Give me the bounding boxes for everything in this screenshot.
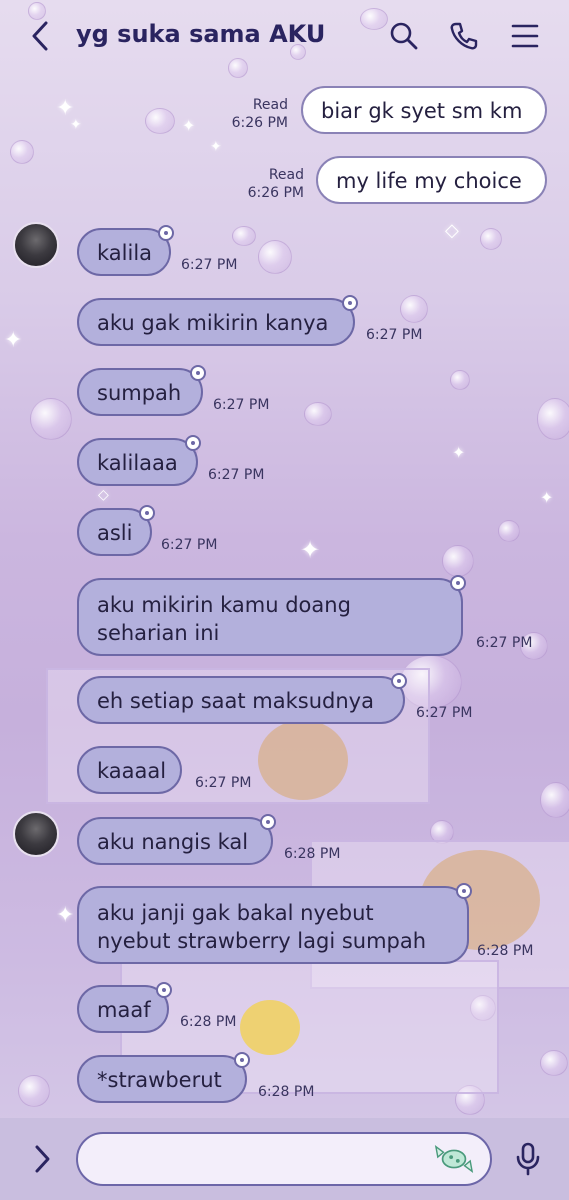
- bubble-tail-icon: [234, 1052, 250, 1068]
- bubble-tail-icon: [156, 982, 172, 998]
- message-time: 6:27 PM: [195, 775, 252, 791]
- bubble-tail-icon: [450, 575, 466, 591]
- message-text: asli: [97, 521, 133, 545]
- message-text: kalilaaa: [97, 451, 178, 475]
- message-text: aku nangis kal: [97, 830, 249, 854]
- back-chevron-icon: [32, 21, 48, 51]
- sticker-button[interactable]: [434, 1139, 474, 1179]
- expand-chevron-icon: [35, 1145, 50, 1173]
- message-text: my life my choice: [336, 169, 522, 193]
- message-text: aku mikirin kamu doang seharian ini: [97, 593, 351, 645]
- message-bubble-received[interactable]: kalilaaa: [77, 438, 198, 486]
- chat-title: yg suka sama AKU: [76, 20, 326, 48]
- message-time: 6:27 PM: [161, 537, 218, 553]
- message-text: sumpah: [97, 381, 182, 405]
- contact-avatar[interactable]: [13, 222, 59, 268]
- read-status: Read: [252, 97, 288, 113]
- message-bubble-received[interactable]: kaaaal: [77, 746, 182, 794]
- menu-icon: [511, 24, 539, 48]
- chat-header: yg suka sama AKU: [0, 0, 569, 78]
- message-time: 6:27 PM: [208, 467, 265, 483]
- message-bubble-sent[interactable]: biar gk syet sm km: [301, 86, 547, 134]
- back-button[interactable]: [20, 16, 60, 56]
- message-status: Read 6:26 PM: [218, 96, 288, 132]
- message-time: 6:26 PM: [247, 185, 304, 201]
- bubble-tail-icon: [185, 435, 201, 451]
- message-input-bar: [0, 1118, 569, 1200]
- message-time: 6:28 PM: [180, 1014, 237, 1030]
- bubble-tail-icon: [342, 295, 358, 311]
- message-bubble-received[interactable]: aku gak mikirin kanya: [77, 298, 355, 346]
- message-text: *strawberut: [97, 1068, 222, 1092]
- message-text: kalila: [97, 241, 153, 265]
- message-time: 6:28 PM: [284, 846, 341, 862]
- bubble-tail-icon: [158, 225, 174, 241]
- search-button[interactable]: [384, 16, 424, 56]
- message-time: 6:28 PM: [258, 1084, 315, 1100]
- menu-button[interactable]: [505, 16, 545, 56]
- sticker-candy-icon: [434, 1144, 474, 1174]
- message-bubble-received[interactable]: eh setiap saat maksudnya: [77, 676, 405, 724]
- phone-icon: [450, 22, 478, 50]
- message-text: aku janji gak bakal nyebut nyebut strawb…: [97, 901, 427, 953]
- message-bubble-received[interactable]: kalila: [77, 228, 171, 276]
- message-input[interactable]: [76, 1132, 492, 1186]
- message-bubble-received[interactable]: aku mikirin kamu doang seharian ini: [77, 578, 463, 656]
- read-status: Read: [268, 167, 304, 183]
- message-bubble-received[interactable]: aku janji gak bakal nyebut nyebut strawb…: [77, 886, 469, 964]
- message-time: 6:27 PM: [213, 397, 270, 413]
- bubble-tail-icon: [190, 365, 206, 381]
- message-bubble-received[interactable]: *strawberut: [77, 1055, 247, 1103]
- message-text: biar gk syet sm km: [321, 99, 523, 123]
- message-time: 6:27 PM: [366, 327, 423, 343]
- bubble-tail-icon: [391, 673, 407, 689]
- voice-button[interactable]: [508, 1139, 548, 1179]
- message-text: aku gak mikirin kanya: [97, 311, 329, 335]
- message-bubble-received[interactable]: maaf: [77, 985, 169, 1033]
- message-bubble-received[interactable]: aku nangis kal: [77, 817, 273, 865]
- call-button[interactable]: [444, 16, 484, 56]
- message-text: eh setiap saat maksudnya: [97, 689, 374, 713]
- bubble-tail-icon: [456, 883, 472, 899]
- message-bubble-received[interactable]: sumpah: [77, 368, 203, 416]
- message-time: 6:27 PM: [181, 257, 238, 273]
- bubble-tail-icon: [139, 505, 155, 521]
- message-time: 6:26 PM: [231, 115, 288, 131]
- contact-avatar[interactable]: [13, 811, 59, 857]
- microphone-icon: [516, 1142, 540, 1176]
- search-icon: [390, 22, 418, 50]
- message-status: Read 6:26 PM: [234, 166, 304, 202]
- bubble-tail-icon: [260, 814, 276, 830]
- message-time: 6:28 PM: [477, 943, 534, 959]
- expand-button[interactable]: [22, 1139, 62, 1179]
- message-text: maaf: [97, 998, 151, 1022]
- message-time: 6:27 PM: [476, 635, 533, 651]
- message-bubble-sent[interactable]: my life my choice: [316, 156, 547, 204]
- message-time: 6:27 PM: [416, 705, 473, 721]
- message-text: kaaaal: [97, 759, 167, 783]
